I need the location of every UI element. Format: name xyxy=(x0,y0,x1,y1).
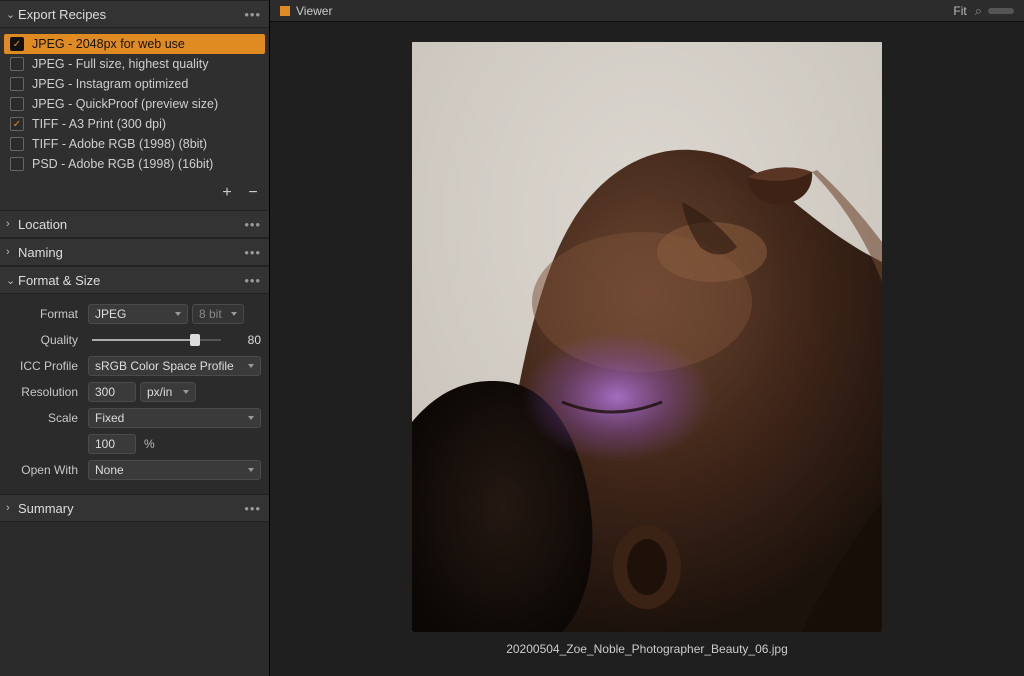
openwith-select[interactable]: None xyxy=(88,460,261,480)
recipes-footer: + − xyxy=(0,174,269,210)
viewer-title: Viewer xyxy=(296,4,953,18)
image-preview[interactable] xyxy=(412,42,882,632)
quality-value: 80 xyxy=(229,333,261,347)
checkbox-icon[interactable] xyxy=(10,77,24,91)
checkbox-icon[interactable] xyxy=(10,37,24,51)
chevron-right-icon: › xyxy=(6,246,18,258)
remove-icon[interactable]: − xyxy=(245,184,261,202)
recipe-label: JPEG - Instagram optimized xyxy=(32,77,188,91)
viewer: Viewer Fit ⌕ xyxy=(270,0,1024,676)
viewer-body: 20200504_Zoe_Noble_Photographer_Beauty_0… xyxy=(270,22,1024,676)
more-icon[interactable]: ••• xyxy=(244,501,261,516)
recipe-label: TIFF - Adobe RGB (1998) (8bit) xyxy=(32,137,207,151)
viewer-header: Viewer Fit ⌕ xyxy=(270,0,1024,22)
chevron-right-icon: › xyxy=(6,502,18,514)
recipe-item[interactable]: JPEG - QuickProof (preview size) xyxy=(4,94,265,114)
location-header[interactable]: › Location ••• xyxy=(0,210,269,238)
scale-unit: % xyxy=(144,437,155,451)
icc-label: ICC Profile xyxy=(8,359,88,373)
resolution-label: Resolution xyxy=(8,385,88,399)
scale-amount-input[interactable]: 100 xyxy=(88,434,136,454)
more-icon[interactable]: ••• xyxy=(244,245,261,260)
recipe-item[interactable]: JPEG - Instagram optimized xyxy=(4,74,265,94)
recipe-label: TIFF - A3 Print (300 dpi) xyxy=(32,117,166,131)
recipe-item[interactable]: TIFF - Adobe RGB (1998) (8bit) xyxy=(4,134,265,154)
viewer-badge-icon xyxy=(280,6,290,16)
export-recipes-header[interactable]: ⌄ Export Recipes ••• xyxy=(0,0,269,28)
recipe-item[interactable]: JPEG - 2048px for web use xyxy=(4,34,265,54)
checkbox-icon[interactable] xyxy=(10,97,24,111)
recipe-label: JPEG - 2048px for web use xyxy=(32,37,185,51)
more-icon[interactable]: ••• xyxy=(244,217,261,232)
format-size-header[interactable]: ⌄ Format & Size ••• xyxy=(0,266,269,294)
chevron-down-icon: ⌄ xyxy=(6,8,18,21)
scale-label: Scale xyxy=(8,411,88,425)
sidebar: ⌄ Export Recipes ••• JPEG - 2048px for w… xyxy=(0,0,270,676)
quality-label: Quality xyxy=(8,333,88,347)
zoom-slider[interactable] xyxy=(988,8,1014,14)
resolution-unit-select[interactable]: px/in xyxy=(140,382,196,402)
quality-slider[interactable] xyxy=(92,339,221,341)
image-filename: 20200504_Zoe_Noble_Photographer_Beauty_0… xyxy=(506,642,788,656)
checkbox-icon[interactable] xyxy=(10,157,24,171)
recipe-label: JPEG - QuickProof (preview size) xyxy=(32,97,218,111)
location-title: Location xyxy=(18,217,244,232)
recipe-label: PSD - Adobe RGB (1998) (16bit) xyxy=(32,157,213,171)
resolution-input[interactable]: 300 xyxy=(88,382,136,402)
recipe-item[interactable]: TIFF - A3 Print (300 dpi) xyxy=(4,114,265,134)
export-recipes-list: JPEG - 2048px for web use JPEG - Full si… xyxy=(0,28,269,174)
bitdepth-select[interactable]: 8 bit xyxy=(192,304,244,324)
scale-select[interactable]: Fixed xyxy=(88,408,261,428)
chevron-down-icon: ⌄ xyxy=(6,274,18,287)
recipe-item[interactable]: JPEG - Full size, highest quality xyxy=(4,54,265,74)
add-icon[interactable]: + xyxy=(219,184,235,202)
format-size-body: Format JPEG 8 bit Quality 80 ICC Profile xyxy=(0,294,269,494)
zoom-icon[interactable]: ⌕ xyxy=(975,3,982,19)
format-select[interactable]: JPEG xyxy=(88,304,188,324)
format-size-title: Format & Size xyxy=(18,273,244,288)
naming-title: Naming xyxy=(18,245,244,260)
recipe-label: JPEG - Full size, highest quality xyxy=(32,57,208,71)
export-recipes-title: Export Recipes xyxy=(18,7,244,22)
more-icon[interactable]: ••• xyxy=(244,273,261,288)
icc-select[interactable]: sRGB Color Space Profile xyxy=(88,356,261,376)
more-icon[interactable]: ••• xyxy=(244,7,261,22)
checkbox-icon[interactable] xyxy=(10,137,24,151)
summary-header[interactable]: › Summary ••• xyxy=(0,494,269,522)
naming-header[interactable]: › Naming ••• xyxy=(0,238,269,266)
checkbox-icon[interactable] xyxy=(10,57,24,71)
recipe-item[interactable]: PSD - Adobe RGB (1998) (16bit) xyxy=(4,154,265,174)
summary-title: Summary xyxy=(18,501,244,516)
chevron-right-icon: › xyxy=(6,218,18,230)
checkbox-icon[interactable] xyxy=(10,117,24,131)
fit-button[interactable]: Fit xyxy=(953,4,966,18)
format-label: Format xyxy=(8,307,88,321)
openwith-label: Open With xyxy=(8,463,88,477)
